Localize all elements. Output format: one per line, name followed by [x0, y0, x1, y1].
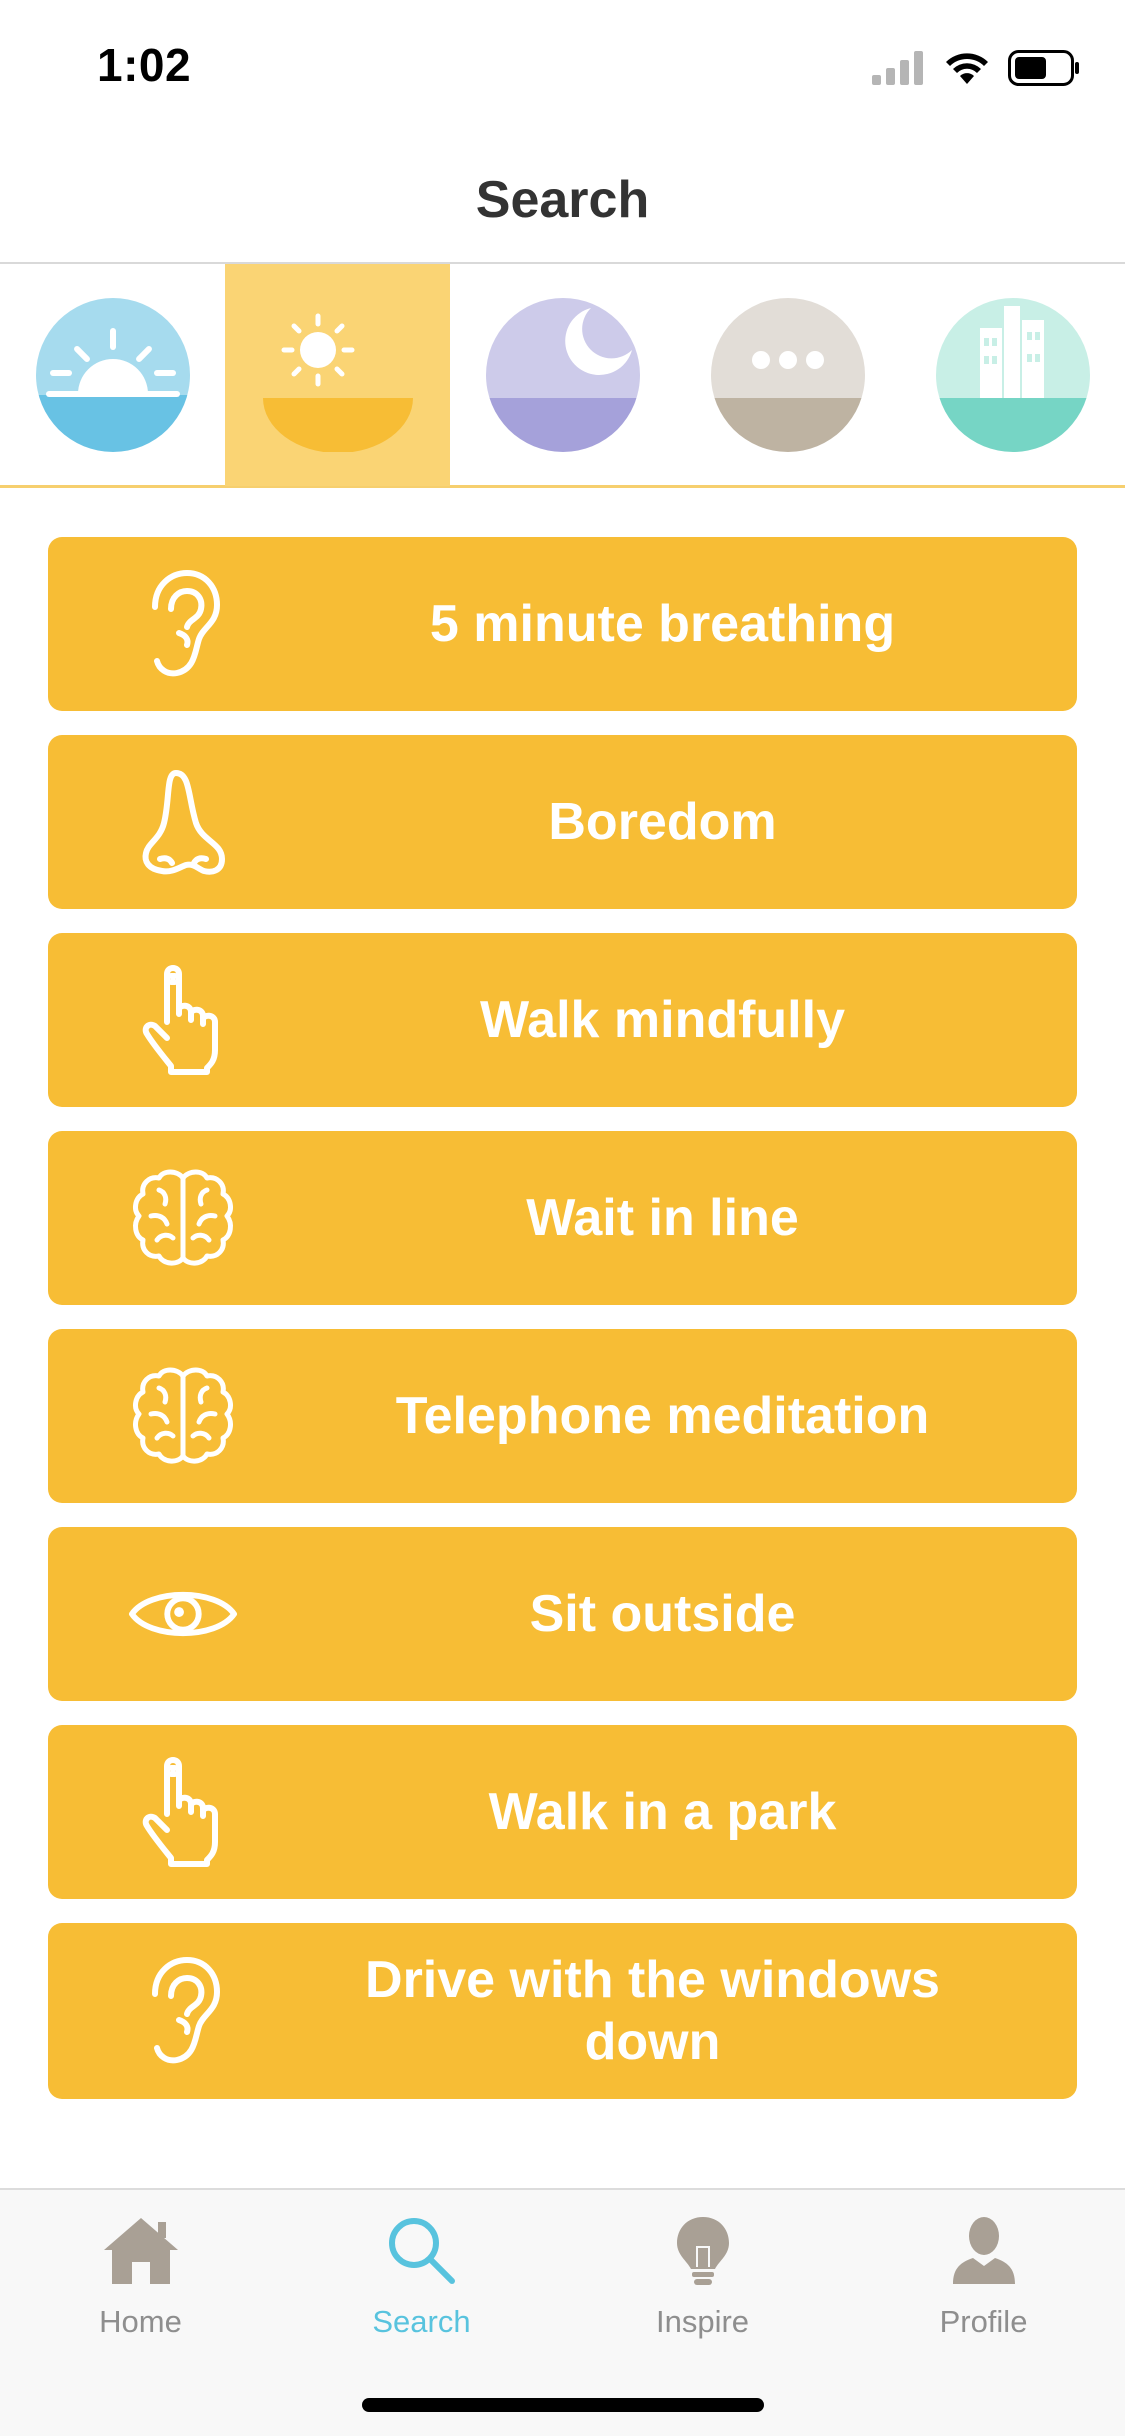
page-title: Search	[475, 171, 650, 229]
sun-icon	[262, 313, 413, 452]
activity-label: Walk in a park	[488, 1783, 837, 1841]
activity-list: 5 minute breathing Boredom Walk mindfull…	[48, 537, 1077, 2123]
category-other[interactable]	[675, 264, 900, 486]
category-city[interactable]	[900, 264, 1125, 486]
hand-pointer-icon	[128, 965, 238, 1075]
lightbulb-icon	[676, 2217, 729, 2285]
activity-item[interactable]: Sit outside	[48, 1527, 1077, 1701]
tab-profile[interactable]: Profile	[843, 2202, 1124, 2342]
nose-icon	[128, 767, 238, 877]
tab-label: Search	[372, 2304, 471, 2339]
status-time: 1:02	[97, 39, 192, 91]
ear-icon	[128, 569, 238, 679]
home-indicator[interactable]	[362, 2398, 764, 2412]
activity-item[interactable]: 5 minute breathing	[48, 537, 1077, 711]
tab-home[interactable]: Home	[0, 2202, 281, 2342]
activity-label: Telephone meditation	[395, 1387, 930, 1445]
search-icon	[388, 2218, 455, 2284]
navigation-header: Search	[0, 132, 1125, 264]
activity-item[interactable]: Wait in line	[48, 1131, 1077, 1305]
activity-item[interactable]: Drive with the windows down	[48, 1923, 1077, 2099]
activity-item[interactable]: Walk mindfully	[48, 933, 1077, 1107]
profile-icon	[952, 2217, 1015, 2284]
brain-icon	[128, 1361, 238, 1471]
hand-pointer-icon	[128, 1757, 238, 1867]
eye-icon	[128, 1559, 238, 1669]
activity-label: 5 minute breathing	[429, 595, 896, 653]
tab-inspire[interactable]: Inspire	[562, 2202, 843, 2342]
sunrise-icon	[35, 298, 190, 452]
city-icon	[935, 298, 1090, 452]
activity-item[interactable]: Walk in a park	[48, 1725, 1077, 1899]
moon-icon	[485, 298, 640, 452]
activity-item[interactable]: Boredom	[48, 735, 1077, 909]
activity-label: Walk mindfully	[480, 991, 845, 1049]
category-midday[interactable]	[225, 264, 450, 486]
brain-icon	[128, 1163, 238, 1273]
tab-search[interactable]: Search	[281, 2202, 562, 2342]
home-icon	[103, 2218, 178, 2284]
status-bar: 1:02	[0, 0, 1125, 132]
battery-icon	[1008, 50, 1079, 86]
activity-label: Wait in line	[526, 1189, 799, 1247]
category-evening[interactable]	[450, 264, 675, 486]
status-icons	[872, 50, 1080, 86]
tab-label: Profile	[939, 2304, 1028, 2339]
ear-icon	[128, 1956, 238, 2066]
activity-item[interactable]: Telephone meditation	[48, 1329, 1077, 1503]
activity-label: Boredom	[548, 793, 777, 851]
tab-label: Home	[99, 2304, 182, 2339]
activity-label: Drive with the windows down	[365, 1951, 940, 2071]
tab-label: Inspire	[655, 2304, 750, 2339]
category-morning[interactable]	[0, 264, 225, 486]
more-icon	[710, 298, 865, 452]
cellular-signal-icon	[872, 51, 923, 85]
category-strip	[0, 264, 1125, 488]
wifi-icon	[946, 53, 988, 84]
activity-label: Sit outside	[529, 1585, 796, 1643]
